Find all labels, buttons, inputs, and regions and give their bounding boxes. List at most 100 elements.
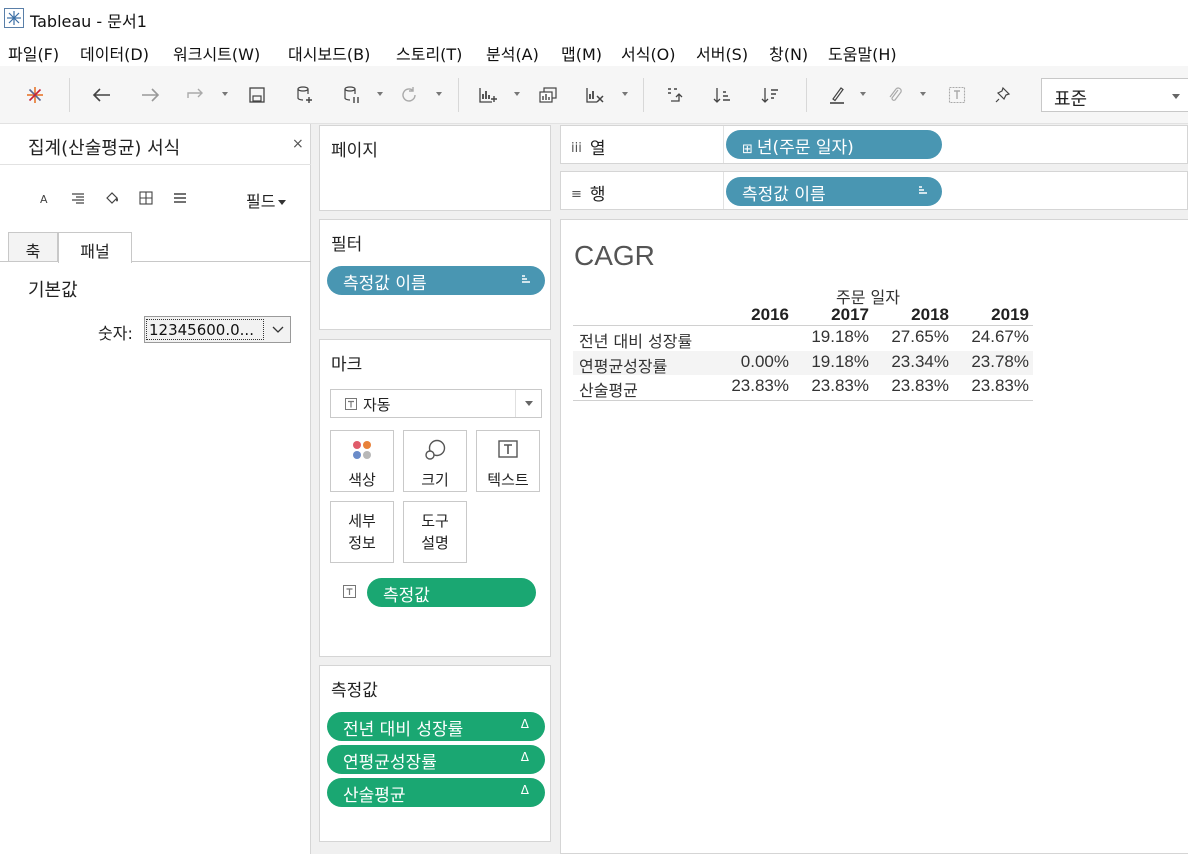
- measure-pill-arithmetic-mean[interactable]: 산술평균 Δ: [327, 778, 545, 807]
- alignment-format-icon[interactable]: [70, 190, 86, 206]
- table-cell[interactable]: 0.00%: [719, 352, 789, 372]
- tab-axis-label: 축: [25, 242, 41, 261]
- row-label-yoy-growth[interactable]: 전년 대비 성장률: [579, 328, 692, 352]
- row-label-cagr[interactable]: 연평균성장률: [579, 353, 667, 377]
- replay-dropdown-icon[interactable]: [222, 92, 228, 96]
- marks-text-button[interactable]: 텍스트: [476, 430, 540, 492]
- columns-shelf[interactable]: iii 열 ⊞ 년(주문 일자): [560, 125, 1188, 164]
- duplicate-sheet-icon[interactable]: [537, 84, 559, 106]
- show-mark-labels-icon[interactable]: [946, 84, 968, 106]
- pause-updates-icon[interactable]: [340, 84, 362, 106]
- sort-ascending-icon[interactable]: [711, 84, 733, 106]
- table-cell[interactable]: 27.65%: [879, 327, 949, 347]
- new-worksheet-icon[interactable]: [477, 84, 499, 106]
- columns-pill-year-order-date[interactable]: ⊞ 년(주문 일자): [726, 130, 942, 159]
- expand-plus-icon: ⊞: [742, 142, 753, 157]
- menu-server[interactable]: 서버(S): [696, 41, 748, 65]
- delta-icon: Δ: [520, 750, 529, 764]
- marks-tooltip-label-line2: 설명: [421, 534, 449, 552]
- menu-format[interactable]: 서식(O): [621, 41, 676, 65]
- menu-worksheet[interactable]: 워크시트(W): [173, 41, 260, 65]
- text-t-icon: [477, 439, 539, 461]
- save-icon[interactable]: [246, 84, 268, 106]
- menu-dashboard[interactable]: 대시보드(B): [288, 41, 370, 65]
- toolbar-separator: [69, 78, 70, 112]
- highlight-dropdown-icon[interactable]: [860, 92, 866, 96]
- columns-pill-label: 년(주문 일자): [756, 138, 854, 158]
- highlight-pen-icon[interactable]: [826, 84, 848, 106]
- viz-canvas[interactable]: CAGR 주문 일자 2016 2017 2018 2019 전년 대비 성장률…: [560, 219, 1188, 854]
- tab-pane[interactable]: 패널: [58, 232, 132, 263]
- tab-axis[interactable]: 축: [8, 232, 58, 262]
- year-header[interactable]: 2018: [889, 305, 949, 325]
- table-cell[interactable]: 23.83%: [959, 376, 1029, 396]
- close-icon[interactable]: ×: [292, 136, 304, 152]
- number-format-dropdown[interactable]: 12345600.0...: [144, 316, 291, 343]
- lines-format-icon[interactable]: [172, 190, 188, 206]
- menu-map[interactable]: 맵(M): [561, 41, 602, 65]
- marks-tooltip-button[interactable]: 도구 설명: [403, 501, 467, 563]
- marks-detail-label-line2: 정보: [348, 534, 376, 552]
- shading-format-icon[interactable]: [104, 190, 120, 206]
- clear-sheet-icon[interactable]: [584, 84, 606, 106]
- rows-icon: ≡: [571, 187, 582, 202]
- table-cell[interactable]: 24.67%: [959, 327, 1029, 347]
- mark-type-dropdown[interactable]: 자동: [330, 389, 542, 418]
- clear-dropdown-icon[interactable]: [622, 92, 628, 96]
- menu-file[interactable]: 파일(F): [8, 41, 59, 65]
- menu-help[interactable]: 도움말(H): [828, 41, 897, 65]
- table-cell[interactable]: 23.78%: [959, 352, 1029, 372]
- undo-icon[interactable]: [91, 84, 113, 106]
- redo-icon[interactable]: [139, 84, 161, 106]
- refresh-dropdown-icon[interactable]: [436, 92, 442, 96]
- marks-size-button[interactable]: 크기: [403, 430, 467, 492]
- swap-rows-columns-icon[interactable]: [664, 84, 686, 106]
- menu-analysis[interactable]: 분석(A): [486, 41, 539, 65]
- refresh-icon[interactable]: [398, 84, 420, 106]
- table-rule: [573, 400, 1033, 401]
- measure-values-title: 측정값: [331, 681, 378, 701]
- marks-color-button[interactable]: 색상: [330, 430, 394, 492]
- table-cell[interactable]: 23.83%: [799, 376, 869, 396]
- table-cell[interactable]: 23.83%: [879, 376, 949, 396]
- table-cell[interactable]: 19.18%: [799, 327, 869, 347]
- field-dropdown[interactable]: 필드: [246, 188, 287, 212]
- year-header[interactable]: 2016: [729, 305, 789, 325]
- replay-icon[interactable]: [185, 84, 207, 106]
- rows-pill-measure-names[interactable]: 측정값 이름: [726, 177, 942, 206]
- menu-story[interactable]: 스토리(T): [396, 41, 462, 65]
- filter-pill-measure-names[interactable]: 측정값 이름: [327, 266, 545, 295]
- viz-title: CAGR: [574, 240, 655, 271]
- new-data-source-icon[interactable]: [293, 84, 315, 106]
- marks-detail-button[interactable]: 세부 정보: [330, 501, 394, 563]
- sort-descending-icon[interactable]: [759, 84, 781, 106]
- delta-icon: Δ: [520, 783, 529, 797]
- fix-axes-pin-icon[interactable]: [992, 84, 1014, 106]
- font-format-icon[interactable]: A: [36, 190, 52, 206]
- tableau-logo-icon[interactable]: [24, 84, 46, 106]
- marks-pill-measure-values[interactable]: 측정값: [367, 578, 536, 607]
- text-encoding-icon: [343, 585, 356, 598]
- filters-card[interactable]: 필터 측정값 이름: [319, 219, 551, 330]
- table-cell[interactable]: 19.18%: [799, 352, 869, 372]
- measure-pill-cagr[interactable]: 연평균성장률 Δ: [327, 745, 545, 774]
- delta-icon: Δ: [520, 717, 529, 731]
- menu-data[interactable]: 데이터(D): [80, 41, 149, 65]
- fit-dropdown[interactable]: 표준: [1041, 78, 1188, 112]
- pause-dropdown-icon[interactable]: [377, 92, 383, 96]
- borders-format-icon[interactable]: [138, 190, 154, 206]
- chevron-down-icon[interactable]: [266, 317, 290, 342]
- table-cell[interactable]: 23.34%: [879, 352, 949, 372]
- year-header[interactable]: 2017: [809, 305, 869, 325]
- table-cell[interactable]: 23.83%: [719, 376, 789, 396]
- new-sheet-dropdown-icon[interactable]: [514, 92, 520, 96]
- measure-pill-yoy-growth[interactable]: 전년 대비 성장률 Δ: [327, 712, 545, 741]
- marks-card: 마크 자동 색상 크기 텍스트 세부 정보 도구 설명 측정값: [319, 339, 551, 657]
- row-label-arithmetic-mean[interactable]: 산술평균: [579, 377, 638, 401]
- rows-shelf[interactable]: ≡ 행 측정값 이름: [560, 171, 1188, 210]
- pages-card[interactable]: 페이지: [319, 125, 551, 211]
- menu-window[interactable]: 창(N): [769, 41, 808, 65]
- group-dropdown-icon[interactable]: [920, 92, 926, 96]
- year-header[interactable]: 2019: [969, 305, 1029, 325]
- group-members-icon[interactable]: [884, 84, 906, 106]
